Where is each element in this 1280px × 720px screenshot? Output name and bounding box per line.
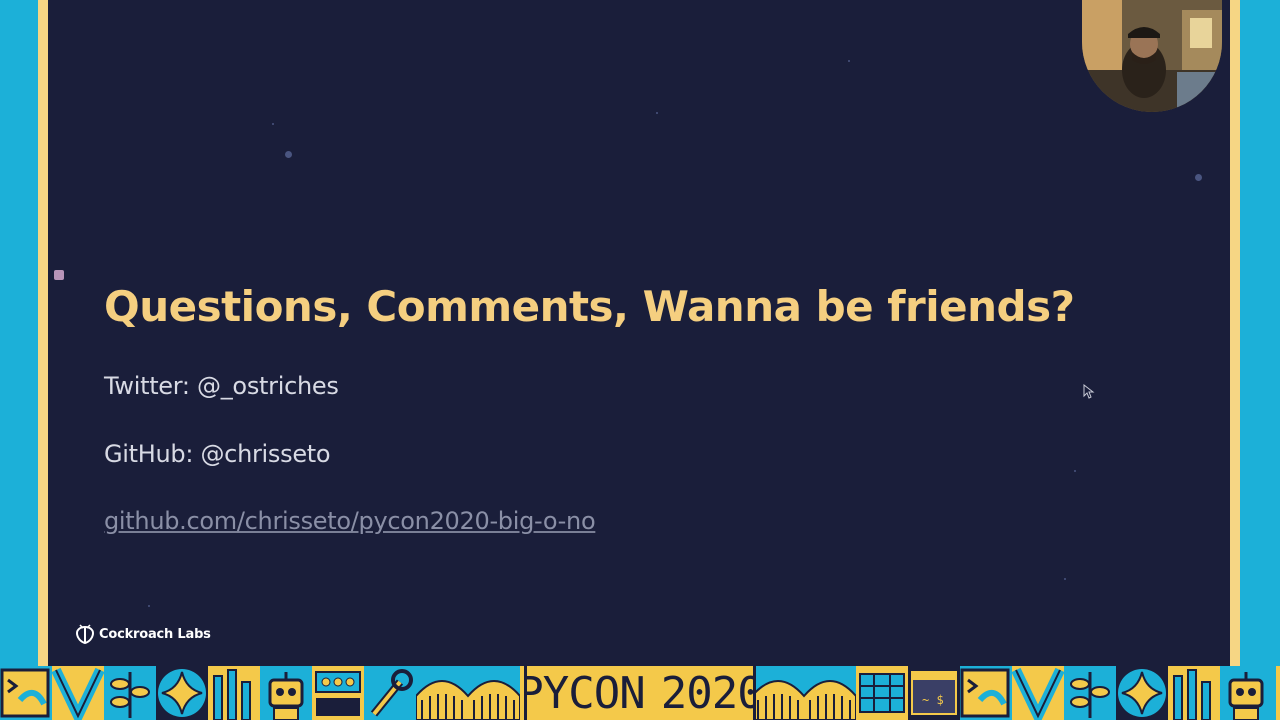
logo-text: Cockroach Labs	[99, 626, 211, 642]
slide: Questions, Comments, Wanna be friends? T…	[48, 0, 1230, 666]
star	[1195, 174, 1202, 181]
banner-tile-diamond-right	[1116, 666, 1168, 720]
cockroach-icon	[76, 624, 94, 644]
github-handle: GitHub: @chrisseto	[104, 440, 331, 468]
banner-tile-chevron-right	[1012, 666, 1064, 720]
star	[848, 60, 850, 62]
banner-tile-chevron	[52, 666, 104, 720]
banner-tile-arches-right	[752, 666, 856, 720]
banner-tile-shell: ~ $	[908, 666, 960, 720]
svg-text:~ $: ~ $	[922, 693, 944, 707]
pycon-word: PYCON	[524, 667, 646, 719]
banner-tile-leaves	[104, 666, 156, 720]
repo-link[interactable]: github.com/chrisseto/pycon2020-big-o-no	[104, 507, 596, 535]
banner-tile-robot	[260, 666, 312, 720]
banner-tile-bars-right	[1168, 666, 1220, 720]
slide-title: Questions, Comments, Wanna be friends?	[104, 282, 1075, 331]
twitter-handle: Twitter: @_ostriches	[104, 372, 339, 400]
frame-stripe-left	[38, 0, 48, 666]
banner-tile-bars	[208, 666, 260, 720]
presentation-frame: Questions, Comments, Wanna be friends? T…	[0, 0, 1280, 720]
banner-tile-terminal-right	[960, 666, 1012, 720]
banner-tile-diamond	[156, 666, 208, 720]
mouse-cursor-icon	[1083, 384, 1095, 399]
banner-tile-arches	[416, 666, 520, 720]
banner-tile-robot-right	[1220, 666, 1276, 720]
star	[272, 123, 274, 125]
star	[148, 605, 150, 607]
pycon-2020-logo: PYCON 2020	[524, 666, 756, 720]
star	[1064, 578, 1066, 580]
banner-tile-terminal	[0, 666, 52, 720]
cockroach-labs-logo: Cockroach Labs	[76, 624, 211, 644]
slide-marker	[54, 270, 64, 280]
pycon-year: 2020	[660, 667, 756, 719]
star	[656, 112, 658, 114]
banner-tile-keyboard	[312, 666, 364, 720]
banner-tile-leaves-right	[1064, 666, 1116, 720]
star	[1074, 470, 1076, 472]
star	[285, 151, 292, 158]
banner-tile-wrench	[364, 666, 416, 720]
frame-stripe-right	[1230, 0, 1240, 666]
banner-tile-grid	[856, 666, 908, 720]
